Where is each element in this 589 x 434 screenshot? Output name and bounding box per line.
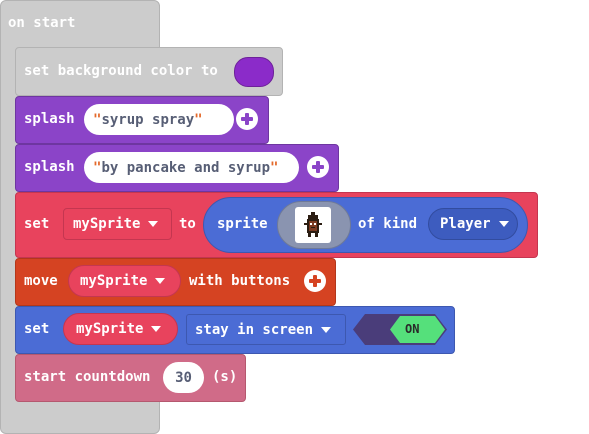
to-label: to: [179, 216, 196, 232]
splash-text-input-2[interactable]: " by pancake and syrup ": [84, 152, 299, 183]
variable-dropdown[interactable]: mySprite: [63, 208, 172, 240]
chevron-down-icon: [151, 326, 162, 332]
countdown-value: 30: [175, 369, 192, 386]
splash-text-1: syrup spray: [101, 111, 195, 128]
variable-name: mySprite: [73, 216, 141, 232]
move-label: move: [24, 273, 58, 289]
close-quote: ": [194, 111, 203, 128]
chevron-down-icon: [148, 221, 159, 227]
variable-dropdown[interactable]: mySprite: [63, 313, 178, 345]
plus-circle-icon[interactable]: [236, 108, 258, 130]
close-quote: ": [270, 159, 279, 176]
sprite-label: sprite: [217, 216, 268, 232]
background-color-swatch[interactable]: [234, 57, 274, 87]
chevron-down-icon: [155, 278, 166, 284]
toggle-label: ON: [405, 322, 420, 336]
of-kind-label: of kind: [358, 216, 418, 232]
countdown-number-input[interactable]: 30: [163, 362, 204, 393]
sprite-flag-dropdown[interactable]: stay in screen: [186, 314, 346, 345]
splash-label-2: splash: [24, 159, 75, 175]
kind-dropdown[interactable]: Player: [428, 208, 518, 240]
variable-name: mySprite: [76, 321, 144, 337]
flag-name: stay in screen: [195, 321, 314, 338]
set-label: set: [24, 216, 50, 232]
plus-circle-icon[interactable]: [307, 156, 329, 178]
player-sprite-icon: [304, 212, 322, 237]
with-buttons-label: with buttons: [189, 273, 291, 289]
plus-circle-icon[interactable]: [304, 270, 326, 292]
open-quote: ": [93, 159, 102, 176]
variable-dropdown[interactable]: mySprite: [68, 265, 181, 297]
seconds-unit-label: (s): [212, 369, 238, 385]
set-background-color-label: set background color to: [24, 63, 218, 79]
player-sprite-image: [295, 207, 331, 243]
open-quote: ": [93, 111, 102, 128]
toggle-track: [353, 314, 447, 345]
set-label: set: [24, 321, 50, 337]
chevron-down-icon: [498, 221, 509, 227]
kind-name: Player: [440, 216, 491, 232]
on-start-label: on start: [8, 15, 76, 31]
chevron-down-icon: [321, 326, 332, 333]
on-off-toggle[interactable]: ON: [353, 314, 447, 345]
variable-name: mySprite: [80, 273, 148, 289]
splash-text-2: by pancake and syrup: [101, 159, 271, 176]
start-countdown-label: start countdown: [24, 369, 151, 385]
splash-text-input-1[interactable]: " syrup spray ": [84, 104, 234, 135]
splash-label-1: splash: [24, 111, 75, 127]
